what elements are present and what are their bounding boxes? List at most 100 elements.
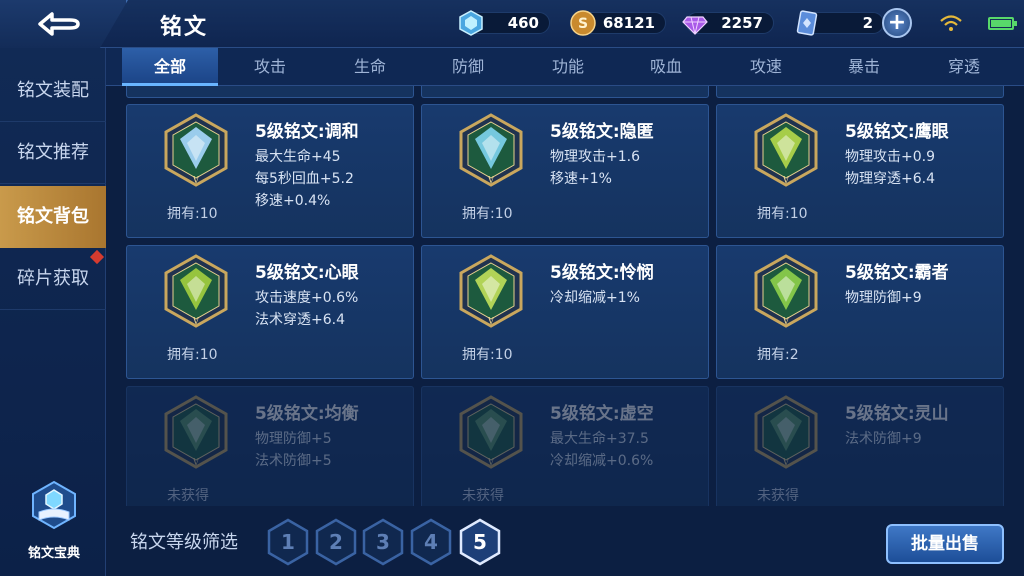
rune-stat: 物理攻击+0.9 — [845, 149, 935, 165]
rune-card-hawkeye[interactable]: V 5级铭文:鹰眼物理攻击+0.9 物理穿透+6.4 拥有:10 — [716, 104, 1004, 238]
svg-text:V: V — [782, 458, 790, 468]
tab-all[interactable]: 全部 — [122, 48, 218, 86]
back-arrow-icon[interactable] — [36, 10, 82, 38]
rune-stats: 物理防御+9 — [845, 287, 922, 309]
crystal-currency: 460 — [459, 9, 550, 37]
level-filter-2[interactable]: 2 — [314, 518, 358, 566]
rune-emblem-icon: V — [164, 395, 228, 469]
rune-title: 5级铭文:隐匿 — [550, 122, 654, 142]
rune-stat: 物理攻击+1.6 — [550, 149, 640, 165]
rune-stats: 最大生命+37.5 冷却缩减+0.6% — [550, 428, 653, 472]
rune-card-icon — [796, 10, 818, 36]
gold-currency: 68121 S — [570, 9, 666, 37]
svg-text:V: V — [782, 317, 790, 327]
rune-card-currency: 2 — [796, 9, 884, 37]
rune-stat: 法术防御+9 — [845, 431, 922, 447]
bulk-sell-button[interactable]: 批量出售 — [886, 524, 1004, 564]
level-filter-5[interactable]: 5 — [458, 518, 502, 566]
tab-attack[interactable]: 攻击 — [222, 48, 318, 86]
rune-owned-count: 拥有:10 — [167, 347, 218, 363]
rune-owned-count: 拥有:10 — [757, 206, 808, 222]
tab-utility[interactable]: 功能 — [520, 48, 616, 86]
rune-card-spirit-mountain[interactable]: V 5级铭文:灵山 法术防御+9 未获得 — [716, 386, 1004, 506]
gold-coin-icon: S — [570, 10, 596, 36]
level-filter-number: 1 — [281, 530, 295, 554]
rune-stat: 每5秒回血+5.2 — [255, 171, 354, 187]
page-title: 铭文 — [160, 15, 209, 40]
rune-stat: 法术防御+5 — [255, 453, 332, 469]
sidebar-item-rune-bag[interactable]: 铭文背包 — [0, 186, 106, 248]
tab-crit[interactable]: 暴击 — [816, 48, 912, 86]
top-bar: 铭文 460 68121 S 2257 2 + — [0, 0, 1024, 48]
tab-penetration[interactable]: 穿透 — [916, 48, 1012, 86]
add-currency-button[interactable]: + — [882, 8, 912, 38]
sidebar-item-rune-recommend[interactable]: 铭文推荐 — [0, 122, 106, 184]
level-filter-3[interactable]: 3 — [361, 518, 405, 566]
rune-grid: V 5级铭文:调和最大生命+45 每5秒回血+5.2 移速+0.4% 拥有:10 V 5级铭… — [120, 86, 1010, 506]
rune-stat: 最大生命+45 — [255, 149, 341, 165]
tab-lifesteal[interactable]: 吸血 — [618, 48, 714, 86]
rune-owned-count: 未获得 — [167, 488, 209, 504]
rune-stats: 冷却缩减+1% — [550, 287, 640, 309]
rune-stat: 移速+1% — [550, 171, 612, 187]
svg-text:V: V — [487, 176, 495, 186]
tab-health[interactable]: 生命 — [322, 48, 418, 86]
rune-stat: 移速+0.4% — [255, 193, 331, 209]
rune-stat: 攻击速度+0.6% — [255, 290, 359, 306]
rune-title: 5级铭文:霸者 — [845, 263, 949, 283]
rune-card-mercy[interactable]: V 5级铭文:怜悯冷却缩减+1% 拥有:10 — [421, 245, 709, 379]
rune-card-partial — [716, 86, 1004, 98]
level-filter-number: 2 — [329, 530, 343, 554]
rune-codex-label: 铭文宝典 — [27, 546, 80, 561]
rune-codex-icon — [32, 480, 76, 530]
rune-owned-count: 拥有:10 — [462, 206, 513, 222]
rune-title: 5级铭文:灵山 — [845, 404, 949, 424]
diamond-currency: 2257 — [682, 9, 774, 37]
diamond-icon — [682, 16, 708, 35]
level-filter-4[interactable]: 4 — [409, 518, 453, 566]
rune-emblem-icon: V — [164, 113, 228, 187]
rune-emblem-icon: V — [459, 395, 523, 469]
rune-card-stealth[interactable]: V 5级铭文:隐匿物理攻击+1.6 移速+1% 拥有:10 — [421, 104, 709, 238]
rune-stat: 最大生命+37.5 — [550, 431, 649, 447]
level-filter-1[interactable]: 1 — [266, 518, 310, 566]
tab-attack-speed[interactable]: 攻速 — [718, 48, 814, 86]
rune-owned-count: 未获得 — [462, 488, 504, 504]
level-filter-number: 4 — [424, 530, 438, 554]
rune-codex-button[interactable]: 铭文宝典 — [14, 480, 94, 570]
rune-emblem-icon: V — [754, 395, 818, 469]
rune-title: 5级铭文:调和 — [255, 122, 359, 142]
rune-stat: 物理穿透+6.4 — [845, 171, 935, 187]
rune-card-void[interactable]: V 5级铭文:虚空 最大生命+37.5 冷却缩减+0.6% 未获得 — [421, 386, 709, 506]
sidebar-item-rune-equip[interactable]: 铭文装配 — [0, 60, 106, 122]
back-button[interactable] — [0, 0, 128, 48]
svg-text:V: V — [192, 176, 200, 186]
rune-emblem-icon: V — [459, 113, 523, 187]
rune-card-partial — [126, 86, 414, 98]
crystal-icon — [459, 10, 483, 36]
rune-card-dominator[interactable]: V 5级铭文:霸者 物理防御+9 拥有:2 — [716, 245, 1004, 379]
level-filter-label: 铭文等级筛选 — [130, 532, 238, 553]
rune-title: 5级铭文:鹰眼 — [845, 122, 949, 142]
wifi-icon — [940, 15, 962, 31]
level-filter-number: 5 — [473, 530, 487, 554]
rune-card-balance[interactable]: V 5级铭文:均衡 物理防御+5 法术防御+5 未获得 — [126, 386, 414, 506]
rune-owned-count: 拥有:10 — [462, 347, 513, 363]
rune-card-mind-eye[interactable]: V 5级铭文:心眼攻击速度+0.6% 法术穿透+6.4 拥有:10 — [126, 245, 414, 379]
rune-card-harmony[interactable]: V 5级铭文:调和 最大生命+45 每5秒回血+5.2 移速+0.4% 拥有:10 — [126, 104, 414, 238]
svg-text:V: V — [192, 317, 200, 327]
rune-emblem-icon: V — [459, 254, 523, 328]
rune-title: 5级铭文:心眼 — [255, 263, 359, 283]
rune-emblem-icon: V — [754, 113, 818, 187]
rune-card-partial — [421, 86, 709, 98]
svg-text:V: V — [782, 176, 790, 186]
rune-stat: 冷却缩减+1% — [550, 290, 640, 306]
rune-title: 5级铭文:均衡 — [255, 404, 359, 424]
rune-stats: 物理攻击+1.6 移速+1% — [550, 146, 640, 190]
rune-stats: 法术防御+9 — [845, 428, 922, 450]
rune-stat: 物理防御+9 — [845, 290, 922, 306]
tab-defense[interactable]: 防御 — [420, 48, 516, 86]
rune-title: 5级铭文:怜悯 — [550, 263, 654, 283]
rune-stats: 攻击速度+0.6% 法术穿透+6.4 — [255, 287, 358, 331]
rune-stats: 最大生命+45 每5秒回血+5.2 移速+0.4% — [255, 146, 354, 212]
